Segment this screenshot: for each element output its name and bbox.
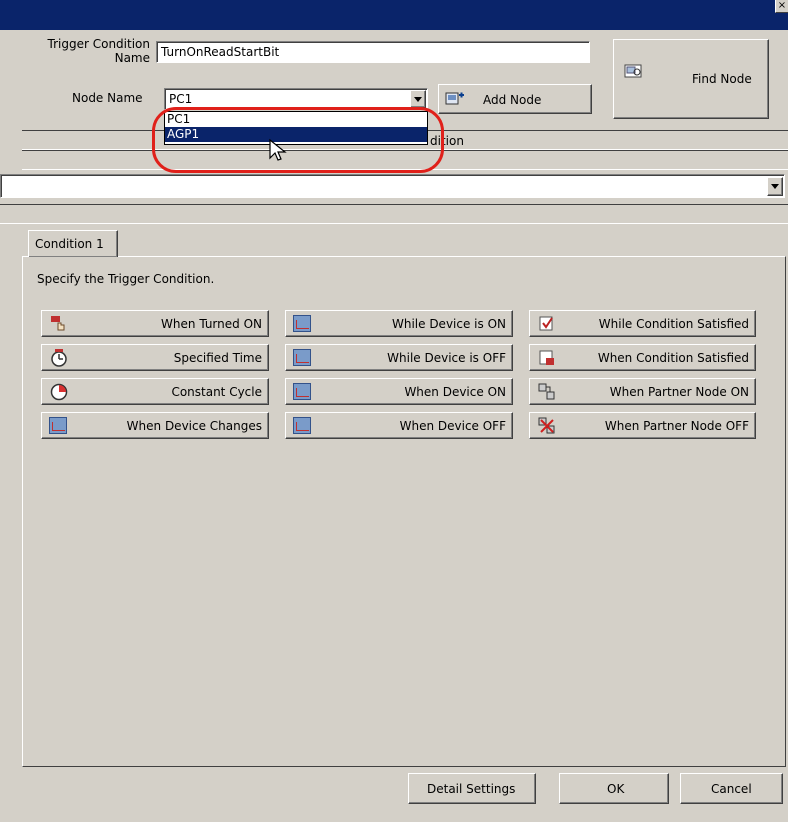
chevron-down-icon bbox=[771, 184, 779, 189]
condition-satisfied-icon bbox=[539, 316, 553, 331]
cycle-clock-icon bbox=[50, 383, 68, 401]
device-turn-off-icon bbox=[293, 417, 311, 434]
device-change-icon bbox=[49, 417, 67, 434]
find-node-button[interactable]: Find Node bbox=[613, 39, 769, 119]
clock-icon bbox=[51, 349, 67, 367]
trigger-condition-name-value: TurnOnReadStartBit bbox=[161, 45, 280, 59]
when-partner-node-off-label: When Partner Node OFF bbox=[604, 419, 749, 433]
while-device-is-off-label: While Device is OFF bbox=[387, 351, 506, 365]
add-node-button[interactable]: Add Node bbox=[438, 84, 592, 114]
when-device-on-label: When Device ON bbox=[404, 385, 506, 399]
when-device-on-button[interactable]: When Device ON bbox=[285, 378, 513, 405]
constant-cycle-label: Constant Cycle bbox=[171, 385, 262, 399]
trigger-condition-label: Trigger Condition Name bbox=[36, 37, 150, 65]
when-device-off-button[interactable]: When Device OFF bbox=[285, 412, 513, 439]
condition-select[interactable] bbox=[0, 174, 785, 198]
while-condition-satisfied-button[interactable]: While Condition Satisfied bbox=[529, 310, 756, 337]
node-name-dropdown-button[interactable] bbox=[410, 90, 426, 108]
close-icon: × bbox=[777, 0, 787, 11]
condition-ok-icon bbox=[539, 350, 554, 365]
hand-press-icon bbox=[51, 316, 65, 331]
while-device-is-on-button[interactable]: While Device is ON bbox=[285, 310, 513, 337]
device-off-icon bbox=[293, 349, 311, 366]
annotation-highlight bbox=[152, 107, 444, 173]
when-condition-satisfied-button[interactable]: When Condition Satisfied bbox=[529, 344, 756, 371]
while-condition-satisfied-label: While Condition Satisfied bbox=[598, 317, 749, 331]
separator-band bbox=[0, 204, 788, 224]
dialog-window: × Trigger Condition Name TurnOnReadStart… bbox=[0, 0, 788, 822]
device-on-icon bbox=[293, 315, 311, 332]
constant-cycle-button[interactable]: Constant Cycle bbox=[41, 378, 269, 405]
trigger-condition-label-line1: Trigger Condition bbox=[47, 37, 150, 51]
node-name-label: Node Name bbox=[72, 91, 143, 105]
find-node-icon bbox=[624, 64, 642, 78]
when-condition-satisfied-label: When Condition Satisfied bbox=[597, 351, 749, 365]
tab-condition-1[interactable]: Condition 1 bbox=[28, 230, 118, 257]
instruction-text: Specify the Trigger Condition. bbox=[37, 272, 215, 286]
mouse-cursor-icon bbox=[269, 138, 287, 161]
find-node-label: Find Node bbox=[692, 72, 752, 86]
specified-time-label: Specified Time bbox=[173, 351, 262, 365]
when-turned-on-button[interactable]: When Turned ON bbox=[41, 310, 269, 337]
close-button[interactable]: × bbox=[775, 0, 788, 13]
node-name-value: PC1 bbox=[169, 92, 193, 106]
condition-select-dropdown-button[interactable] bbox=[767, 177, 783, 196]
ok-button[interactable]: OK bbox=[559, 773, 669, 804]
when-device-off-label: When Device OFF bbox=[399, 419, 506, 433]
ok-label: OK bbox=[607, 782, 625, 796]
title-bar: × bbox=[0, 0, 788, 30]
when-partner-node-on-button[interactable]: When Partner Node ON bbox=[529, 378, 756, 405]
detail-settings-label: Detail Settings bbox=[427, 782, 516, 796]
device-turn-on-icon bbox=[293, 383, 311, 400]
cancel-button[interactable]: Cancel bbox=[680, 773, 783, 804]
cancel-label: Cancel bbox=[711, 782, 752, 796]
partner-node-on-icon bbox=[538, 383, 555, 400]
while-device-is-on-label: While Device is ON bbox=[391, 317, 506, 331]
tab-condition-1-label: Condition 1 bbox=[35, 237, 104, 251]
trigger-condition-name-input[interactable]: TurnOnReadStartBit bbox=[156, 41, 590, 63]
detail-settings-button[interactable]: Detail Settings bbox=[408, 773, 536, 804]
add-node-icon bbox=[445, 92, 464, 105]
tab-panel: Specify the Trigger Condition. When Turn… bbox=[22, 256, 786, 767]
partner-node-off-icon bbox=[538, 417, 555, 434]
when-partner-node-off-button[interactable]: When Partner Node OFF bbox=[529, 412, 756, 439]
when-partner-node-on-label: When Partner Node ON bbox=[609, 385, 749, 399]
while-device-is-off-button[interactable]: While Device is OFF bbox=[285, 344, 513, 371]
trigger-condition-label-line2: Name bbox=[114, 51, 150, 65]
when-turned-on-label: When Turned ON bbox=[161, 317, 262, 331]
chevron-down-icon bbox=[414, 96, 422, 102]
when-device-changes-label: When Device Changes bbox=[126, 419, 262, 433]
specified-time-button[interactable]: Specified Time bbox=[41, 344, 269, 371]
add-node-label: Add Node bbox=[483, 93, 542, 107]
dialog-content: Trigger Condition Name TurnOnReadStartBi… bbox=[0, 30, 788, 822]
when-device-changes-button[interactable]: When Device Changes bbox=[41, 412, 269, 439]
